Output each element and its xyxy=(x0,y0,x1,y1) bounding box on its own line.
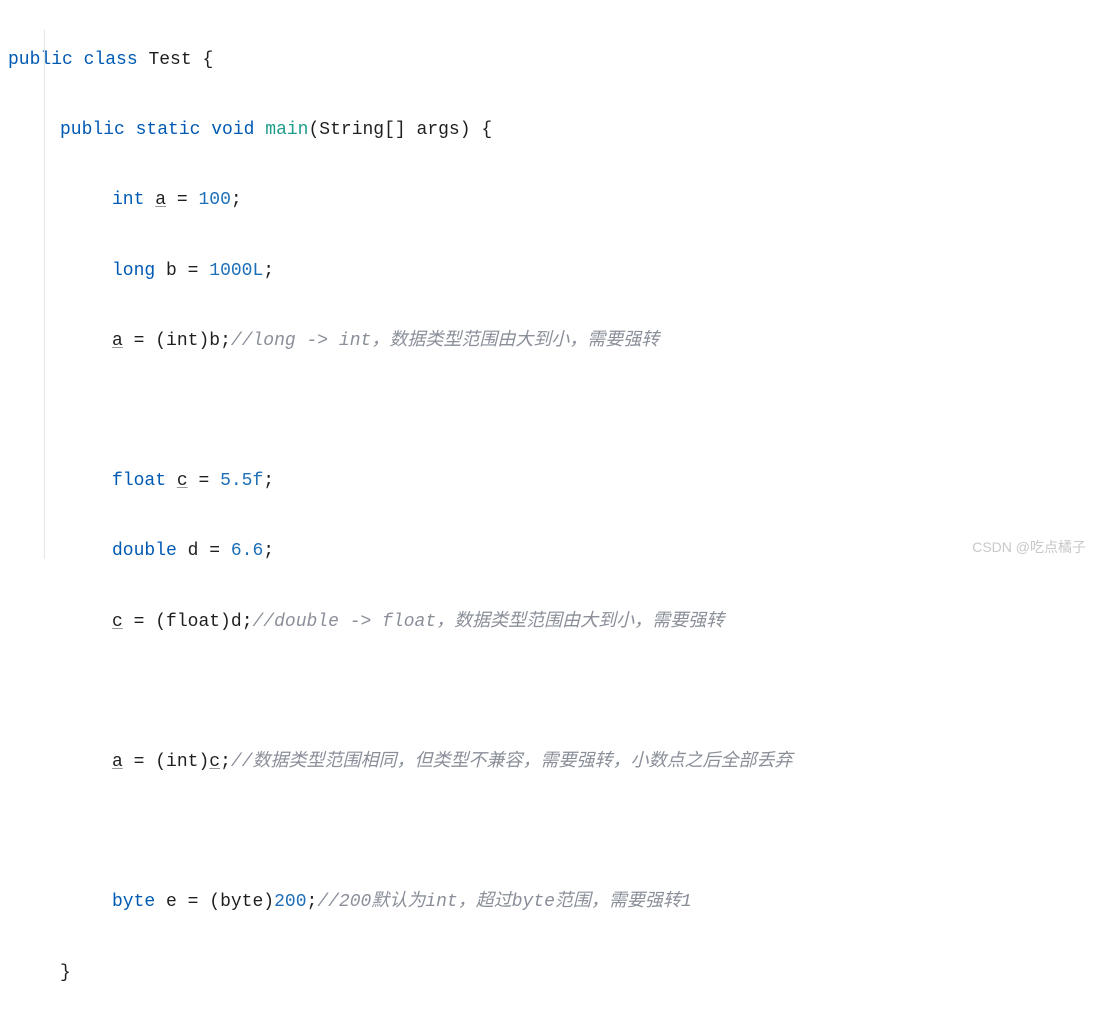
op-eq: = xyxy=(134,612,145,632)
op-eq: = xyxy=(177,190,188,210)
comment: //200默认为int，超过byte范围，需要强转1 xyxy=(317,892,691,912)
num-100: 100 xyxy=(198,190,230,210)
var-c: c xyxy=(177,471,188,491)
code-line: a = (int)c;//数据类型范围相同，但类型不兼容，需要强转，小数点之后全… xyxy=(8,745,1096,780)
code-line xyxy=(8,675,1096,710)
comment: //数据类型范围相同，但类型不兼容，需要强转，小数点之后全部丢弃 xyxy=(231,752,793,772)
semicolon: ; xyxy=(263,261,274,281)
var-a: a xyxy=(112,752,123,772)
code-line: } xyxy=(8,956,1096,991)
semicolon: ; xyxy=(220,331,231,351)
semicolon: ; xyxy=(263,541,274,561)
code-line: public class Test { xyxy=(8,43,1096,78)
keyword-class: class xyxy=(84,50,138,70)
op-eq: = xyxy=(198,471,209,491)
code-line: float c = 5.5f; xyxy=(8,464,1096,499)
op-eq: = xyxy=(188,261,199,281)
comment: //long -> int，数据类型范围由大到小，需要强转 xyxy=(231,331,659,351)
keyword-public: public xyxy=(60,120,125,140)
comment: //double -> float，数据类型范围由大到小，需要强转 xyxy=(253,612,725,632)
cast-int: (int) xyxy=(155,331,209,351)
keyword-byte: byte xyxy=(112,892,155,912)
keyword-static: static xyxy=(136,120,201,140)
num-5.5f: 5.5f xyxy=(220,471,263,491)
op-eq: = xyxy=(209,541,220,561)
method-main: main xyxy=(265,120,308,140)
semicolon: ; xyxy=(263,471,274,491)
code-line: byte e = (byte)200;//200默认为int，超过byte范围，… xyxy=(8,885,1096,920)
semicolon: ; xyxy=(220,752,231,772)
cast-byte: (byte) xyxy=(209,892,274,912)
keyword-void: void xyxy=(211,120,254,140)
code-line: c = (float)d;//double -> float，数据类型范围由大到… xyxy=(8,605,1096,640)
var-a: a xyxy=(155,190,166,210)
code-line: long b = 1000L; xyxy=(8,254,1096,289)
brace: { xyxy=(481,120,492,140)
semicolon: ; xyxy=(242,612,253,632)
code-line: double d = 6.6; xyxy=(8,534,1096,569)
var-b: b xyxy=(209,331,220,351)
num-6.6: 6.6 xyxy=(231,541,263,561)
semicolon: ; xyxy=(231,190,242,210)
cast-float: (float) xyxy=(155,612,231,632)
op-eq: = xyxy=(134,331,145,351)
op-eq: = xyxy=(188,892,199,912)
op-eq: = xyxy=(134,752,145,772)
code-line xyxy=(8,815,1096,850)
brace: { xyxy=(202,50,213,70)
var-c: c xyxy=(209,752,220,772)
code-block: public class Test { public static void m… xyxy=(0,0,1096,1026)
var-a: a xyxy=(112,331,123,351)
keyword-public: public xyxy=(8,50,73,70)
brace: } xyxy=(60,963,71,983)
var-d: d xyxy=(188,541,199,561)
var-b: b xyxy=(166,261,177,281)
var-d: d xyxy=(231,612,242,632)
keyword-int: int xyxy=(112,190,144,210)
keyword-float: float xyxy=(112,471,166,491)
keyword-double: double xyxy=(112,541,177,561)
var-c: c xyxy=(112,612,123,632)
num-200: 200 xyxy=(274,892,306,912)
code-line: int a = 100; xyxy=(8,183,1096,218)
watermark: CSDN @吃点橘子 xyxy=(972,537,1086,557)
keyword-long: long xyxy=(112,261,155,281)
cast-int: (int) xyxy=(155,752,209,772)
num-1000L: 1000L xyxy=(209,261,263,281)
gutter-line xyxy=(44,30,45,559)
params: (String[] args) xyxy=(309,120,471,140)
semicolon: ; xyxy=(307,892,318,912)
code-line: a = (int)b;//long -> int，数据类型范围由大到小，需要强转 xyxy=(8,324,1096,359)
var-e: e xyxy=(166,892,177,912)
code-line: public static void main(String[] args) { xyxy=(8,113,1096,148)
class-name: Test xyxy=(148,50,191,70)
code-line xyxy=(8,394,1096,429)
